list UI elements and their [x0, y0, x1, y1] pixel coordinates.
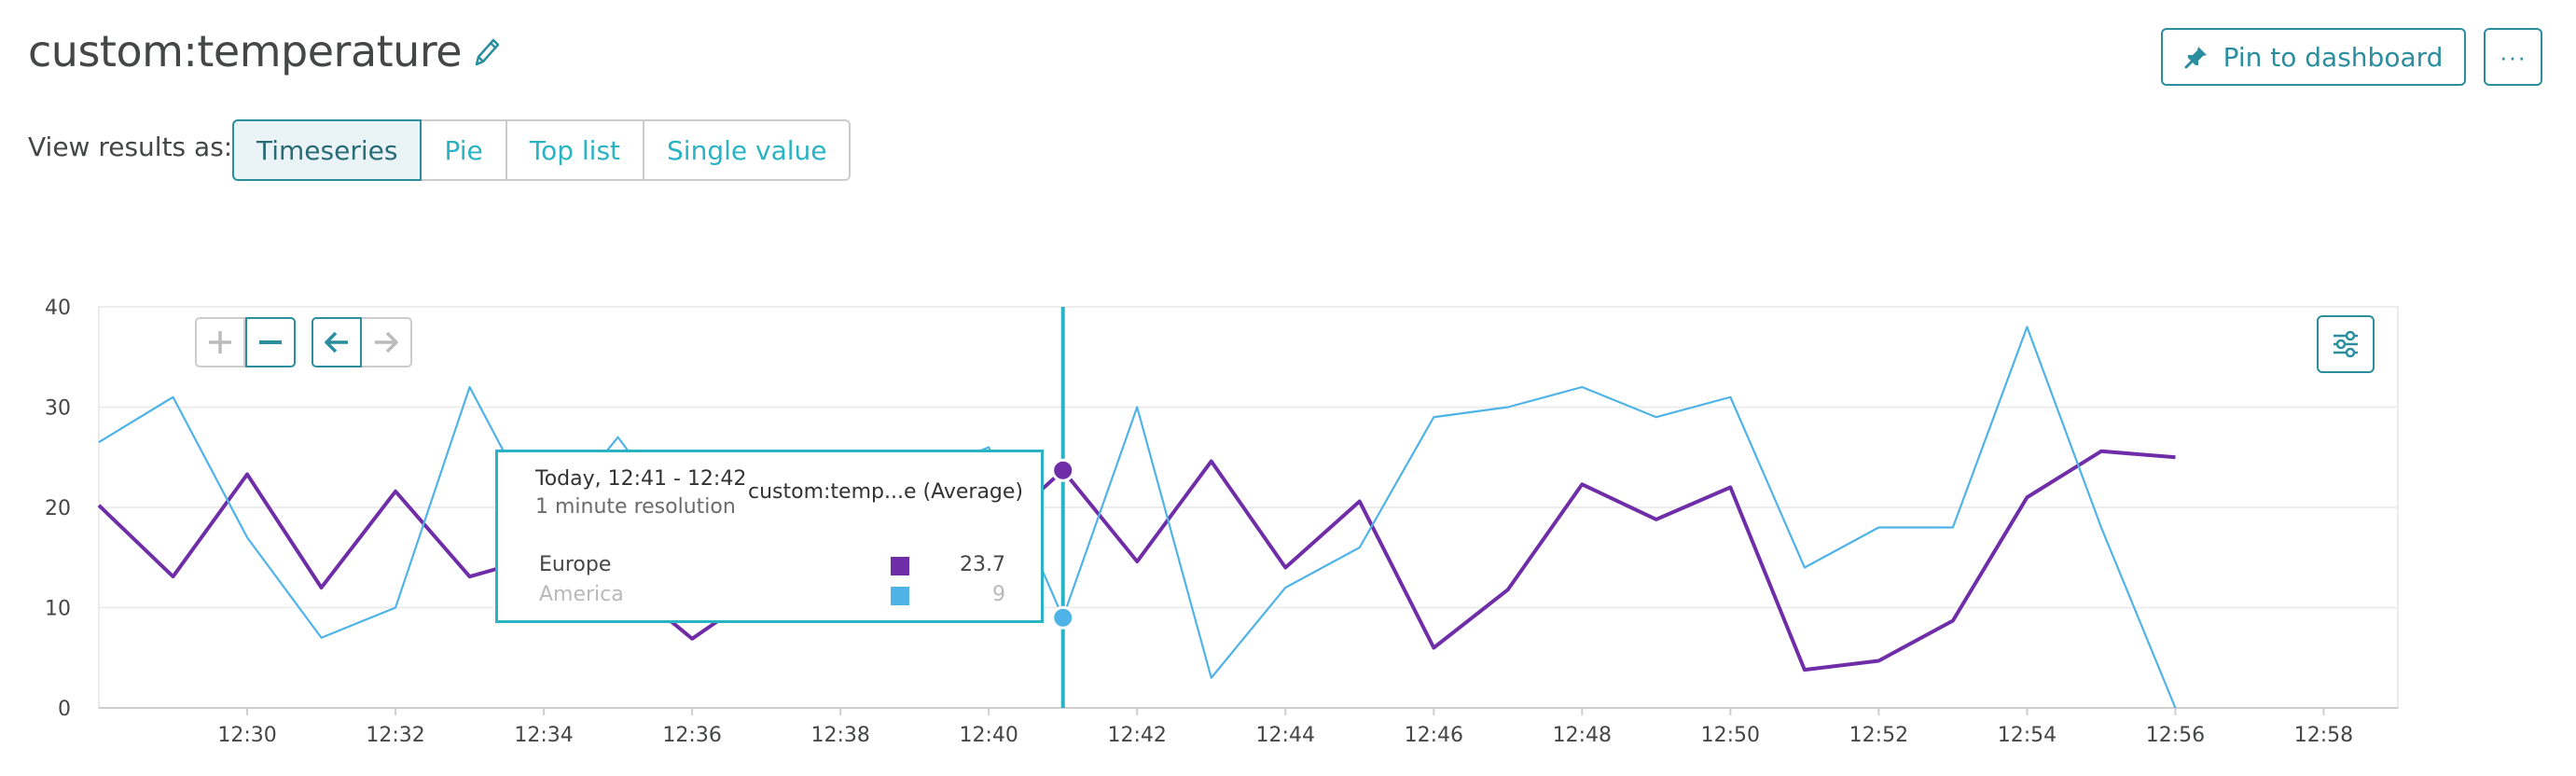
series-line-america: [98, 326, 2177, 709]
sliders-icon: [2334, 330, 2358, 358]
tooltip-series-value: 23.7: [960, 553, 1005, 576]
y-tick-label: 30: [45, 397, 71, 421]
europe-color-swatch: [891, 557, 909, 575]
y-tick-label: 10: [45, 598, 71, 621]
arrow-left-icon: [325, 331, 348, 353]
arrow-right-icon: [375, 331, 398, 353]
x-tick-label: 12:48: [1553, 724, 1612, 747]
tooltip-series-name: Europe: [539, 553, 612, 576]
x-tick-label: 12:36: [662, 724, 721, 747]
x-tick-label: 12:54: [1998, 724, 2057, 747]
time-navigation-controls: [312, 317, 412, 367]
x-tick-label: 12:40: [959, 724, 1018, 747]
y-tick-label: 40: [45, 297, 71, 320]
cursor-point-europe: [1051, 458, 1075, 482]
x-axis-ticks: 12:30 12:32 12:34 12:36 12:38 12:40 12:42 12:44…: [217, 708, 2353, 747]
chart-settings-button[interactable]: [2317, 315, 2375, 373]
y-axis-ticks: 0 10 20 30 40: [45, 297, 71, 721]
zoom-controls: [195, 317, 296, 367]
next-timeframe-button[interactable]: [362, 317, 412, 367]
tooltip-row-europe: Europe 23.7: [539, 553, 1024, 581]
x-tick-label: 12:50: [1701, 724, 1760, 747]
x-tick-label: 12:56: [2146, 724, 2205, 747]
chart-tooltip: Today, 12:41 - 12:42 1 minute resolution…: [495, 450, 1044, 623]
timeseries-chart[interactable]: 0 10 20 30 40 12:30 12:32 12:34 12:36 12:38 12:40…: [0, 0, 2576, 776]
x-tick-label: 12:34: [514, 724, 573, 747]
plus-icon: [209, 331, 231, 353]
tooltip-row-america: America 9: [539, 583, 1024, 611]
x-tick-label: 12:32: [366, 724, 424, 747]
tooltip-series-value: 9: [992, 583, 1005, 606]
x-tick-label: 12:58: [2294, 724, 2353, 747]
x-tick-label: 12:42: [1108, 724, 1167, 747]
chart-grid: [98, 306, 2399, 709]
chart-series: [97, 326, 2177, 709]
x-tick-label: 12:44: [1256, 724, 1315, 747]
zoom-in-button[interactable]: [195, 317, 245, 367]
minus-icon: [259, 340, 282, 344]
tooltip-metric-name: custom:temp...e (Average): [748, 480, 1024, 504]
x-tick-label: 12:30: [217, 724, 276, 747]
tooltip-series-name: America: [539, 583, 624, 606]
america-color-swatch: [891, 587, 909, 605]
previous-timeframe-button[interactable]: [312, 317, 362, 367]
cursor-point-america: [1051, 605, 1075, 630]
y-tick-label: 20: [45, 497, 71, 520]
tooltip-time-range: Today, 12:41 - 12:42: [535, 467, 747, 491]
y-tick-label: 0: [58, 698, 71, 721]
tooltip-resolution: 1 minute resolution: [535, 495, 736, 519]
x-tick-label: 12:46: [1405, 724, 1463, 747]
x-tick-label: 12:52: [1849, 724, 1908, 747]
x-tick-label: 12:38: [810, 724, 869, 747]
zoom-out-button[interactable]: [245, 317, 296, 367]
